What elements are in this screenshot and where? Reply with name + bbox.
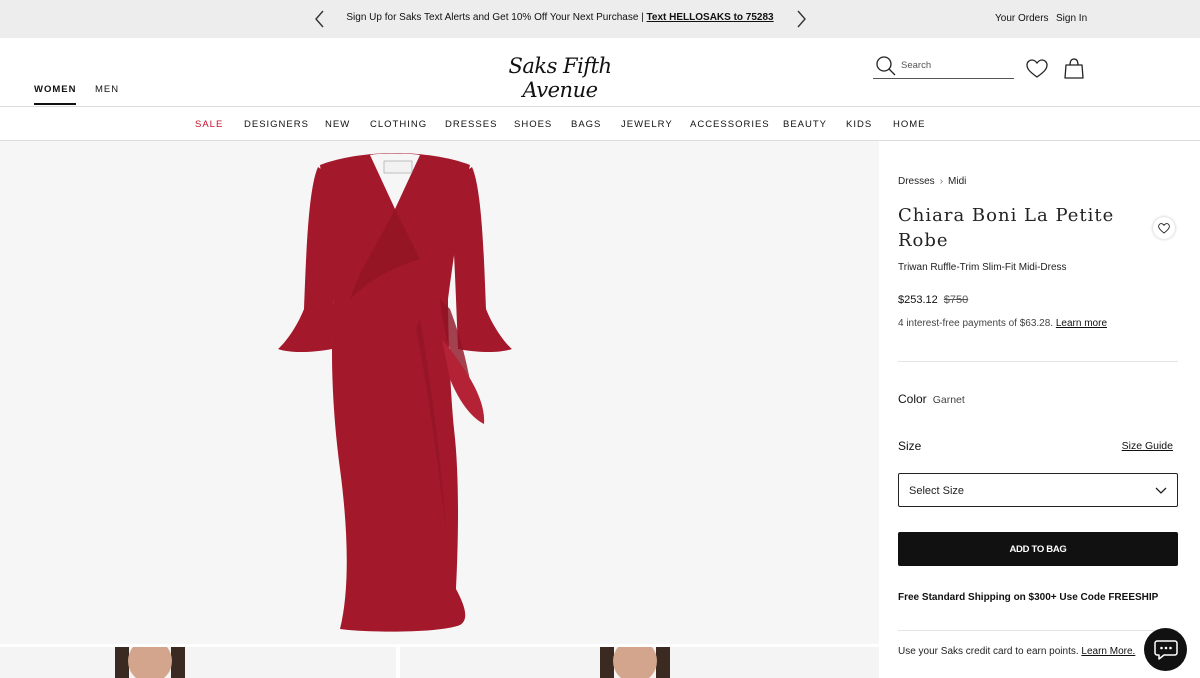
price: $253.12 $750 — [898, 294, 968, 306]
size-guide-link[interactable]: Size Guide — [1122, 440, 1173, 452]
nav-clothing[interactable]: CLOTHING — [370, 119, 427, 130]
thumbnail-strip — [0, 647, 879, 678]
installments-text: 4 interest-free payments of $63.28. — [898, 318, 1056, 329]
product-name: Triwan Ruffle-Trim Slim-Fit Midi-Dress — [898, 262, 1067, 273]
tab-men[interactable]: MEN — [95, 84, 119, 95]
nav-designers[interactable]: DESIGNERS — [244, 119, 309, 130]
search-input[interactable] — [901, 60, 1011, 71]
color-value: Garnet — [932, 394, 965, 406]
breadcrumb-dresses[interactable]: Dresses — [898, 176, 935, 187]
chat-icon — [1154, 640, 1178, 660]
chevron-left-icon[interactable] — [313, 9, 327, 29]
promo-bar: Sign Up for Saks Text Alerts and Get 10%… — [0, 0, 1200, 38]
promo-code-link[interactable]: Text HELLOSAKS to 75283 — [647, 12, 774, 23]
product-brand[interactable]: Chiara Boni La Petite Robe — [898, 203, 1128, 253]
nav-beauty[interactable]: BEAUTY — [783, 119, 827, 130]
credit-card-text: Use your Saks credit card to earn points… — [898, 646, 1082, 657]
product-image[interactable] — [270, 149, 520, 639]
model-thumbnail-image — [600, 647, 670, 678]
nav-new[interactable]: NEW — [325, 119, 350, 130]
breadcrumb-midi[interactable]: Midi — [948, 176, 966, 187]
model-thumbnail-image — [115, 647, 185, 678]
nav-shoes[interactable]: SHOES — [514, 119, 552, 130]
add-to-wishlist-button[interactable] — [1153, 217, 1175, 239]
nav-sale[interactable]: SALE — [195, 119, 223, 130]
divider — [898, 361, 1178, 362]
your-orders-link[interactable]: Your Orders — [995, 13, 1049, 24]
nav-bags[interactable]: BAGS — [571, 119, 601, 130]
original-price: $750 — [943, 294, 969, 306]
tab-women[interactable]: WOMEN — [34, 84, 77, 105]
shipping-info: Free Standard Shipping on $300+ Use Code… — [898, 592, 1159, 603]
size-label: Size — [898, 439, 922, 453]
size-select[interactable]: Select Size — [898, 473, 1178, 507]
heart-icon[interactable] — [1026, 59, 1048, 79]
installments-info: 4 interest-free payments of $63.28. Lear… — [898, 318, 1107, 329]
chevron-right-icon[interactable] — [794, 9, 808, 29]
credit-learn-more-link[interactable]: Learn More. — [1081, 646, 1135, 657]
promo-message: Sign Up for Saks Text Alerts and Get 10%… — [334, 12, 786, 23]
product-image-gallery[interactable] — [0, 141, 879, 644]
chevron-down-icon — [1155, 487, 1167, 494]
thumbnail-2[interactable] — [400, 647, 879, 678]
promo-text: Sign Up for Saks Text Alerts and Get 10%… — [346, 12, 647, 23]
nav-dresses[interactable]: DRESSES — [445, 119, 497, 130]
nav-accessories[interactable]: ACCESSORIES — [690, 119, 770, 130]
breadcrumb: Dresses › Midi — [898, 176, 966, 187]
add-to-bag-button[interactable]: ADD TO BAG — [898, 532, 1178, 566]
sign-in-link[interactable]: Sign In — [1056, 13, 1087, 24]
shopping-bag-icon[interactable] — [1064, 58, 1084, 80]
divider — [898, 630, 1178, 631]
nav-home[interactable]: HOME — [893, 119, 926, 130]
color-selector: Color Garnet — [898, 390, 965, 408]
thumbnail-1[interactable] — [0, 647, 396, 678]
sale-price: $253.12 — [898, 294, 938, 306]
chat-button[interactable] — [1144, 628, 1187, 671]
nav-jewelry[interactable]: JEWELRY — [621, 119, 673, 130]
installments-learn-more-link[interactable]: Learn more — [1056, 318, 1107, 329]
category-nav: SALE DESIGNERS NEW CLOTHING DRESSES SHOE… — [0, 107, 1200, 141]
nav-kids[interactable]: KIDS — [846, 119, 872, 130]
chevron-right-icon: › — [939, 176, 944, 187]
size-select-value: Select Size — [909, 485, 965, 497]
search-bar[interactable] — [873, 54, 1014, 79]
site-header: WOMEN MEN Saks Fifth Avenue — [0, 38, 1200, 107]
color-label: Color — [898, 392, 927, 406]
heart-icon — [1158, 223, 1170, 234]
saks-logo[interactable]: Saks Fifth Avenue — [470, 54, 650, 102]
credit-card-info: Use your Saks credit card to earn points… — [898, 646, 1135, 657]
search-icon[interactable] — [875, 55, 897, 77]
